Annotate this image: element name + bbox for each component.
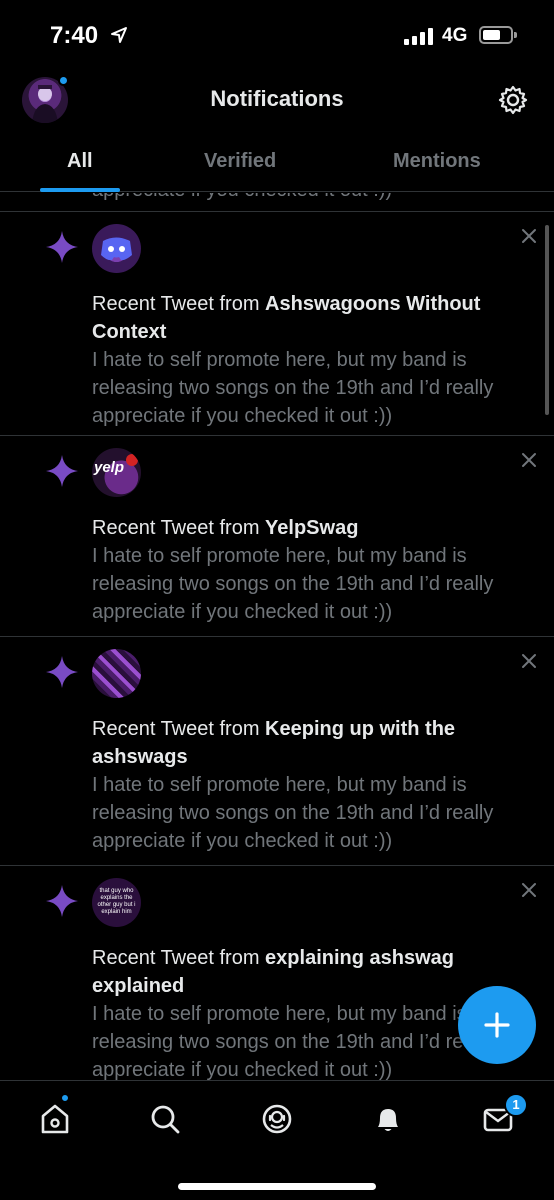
nav-spaces[interactable]	[257, 1099, 297, 1139]
discord-logo-icon	[101, 237, 132, 261]
home-notification-dot	[60, 1093, 70, 1103]
tab-all[interactable]: All	[67, 150, 93, 173]
notification-title: Recent Tweet from YelpSwag	[92, 517, 359, 539]
nav-search[interactable]	[145, 1099, 185, 1139]
scrollbar[interactable]	[545, 225, 549, 415]
tweet-text: I hate to self promote here, but my band…	[92, 774, 494, 852]
header: Notifications	[0, 72, 554, 128]
yelp-burst-icon	[126, 454, 138, 466]
gear-icon[interactable]	[497, 84, 529, 116]
nav-home[interactable]	[35, 1099, 75, 1139]
bottom-navigation: 1	[0, 1080, 554, 1200]
sparkle-icon	[46, 231, 78, 263]
sparkle-icon	[46, 455, 78, 487]
notification-title: Recent Tweet from explaining ashswag exp…	[92, 947, 454, 997]
plus-icon	[484, 1012, 510, 1038]
search-icon	[151, 1105, 180, 1134]
notification-title: Recent Tweet from Keeping up with the as…	[92, 718, 456, 768]
close-icon[interactable]	[521, 228, 537, 244]
account-avatar[interactable]	[92, 224, 141, 273]
bell-icon	[378, 1109, 398, 1131]
messages-badge: 1	[504, 1093, 528, 1117]
tweet-text: I hate to self promote here, but my band…	[92, 545, 494, 623]
close-icon[interactable]	[521, 452, 537, 468]
page-title: Notifications	[210, 86, 344, 111]
avatar-notification-dot	[58, 75, 69, 86]
tab-mentions[interactable]: Mentions	[393, 150, 481, 173]
status-time: 7:40	[50, 22, 99, 49]
battery-icon	[479, 26, 517, 44]
notification-feed: appreciate if you checked it out :)) Rec…	[0, 193, 554, 1080]
status-bar: 7:40 4G	[0, 0, 554, 72]
notification-item[interactable]: Recent Tweet from Ashswagoons Without Co…	[0, 212, 554, 435]
nav-notifications[interactable]	[368, 1099, 408, 1139]
compose-tweet-button[interactable]	[458, 986, 536, 1064]
avatar-meme-text: that guy who explains the other guy but …	[97, 888, 136, 915]
yelp-logo-text: yelp	[93, 459, 124, 476]
network-label: 4G	[442, 25, 468, 46]
tweet-text: I hate to self promote here, but my band…	[92, 349, 494, 427]
notification-item[interactable]: yelp Recent Tweet from YelpSwag I hate t…	[0, 436, 554, 636]
notification-tabs: All Verified Mentions	[0, 136, 554, 192]
sparkle-icon	[46, 885, 78, 917]
tab-verified[interactable]: Verified	[204, 150, 276, 173]
close-icon[interactable]	[521, 882, 537, 898]
sparkle-icon	[46, 656, 78, 688]
notification-title: Recent Tweet from Ashswagoons Without Co…	[92, 293, 481, 343]
account-avatar[interactable]: that guy who explains the other guy but …	[92, 878, 141, 927]
account-avatar[interactable]: yelp	[92, 448, 141, 497]
active-tab-indicator	[40, 188, 120, 192]
location-arrow-icon	[111, 27, 127, 43]
notification-item[interactable]: Recent Tweet from Keeping up with the as…	[0, 637, 554, 865]
account-name[interactable]: YelpSwag	[265, 517, 358, 539]
spaces-icon	[262, 1104, 292, 1134]
close-icon[interactable]	[521, 653, 537, 669]
signal-icon	[404, 28, 433, 45]
home-indicator[interactable]	[178, 1183, 376, 1190]
home-icon	[41, 1104, 69, 1134]
partial-notification-text: appreciate if you checked it out :))	[92, 193, 392, 202]
account-avatar[interactable]	[92, 649, 141, 698]
